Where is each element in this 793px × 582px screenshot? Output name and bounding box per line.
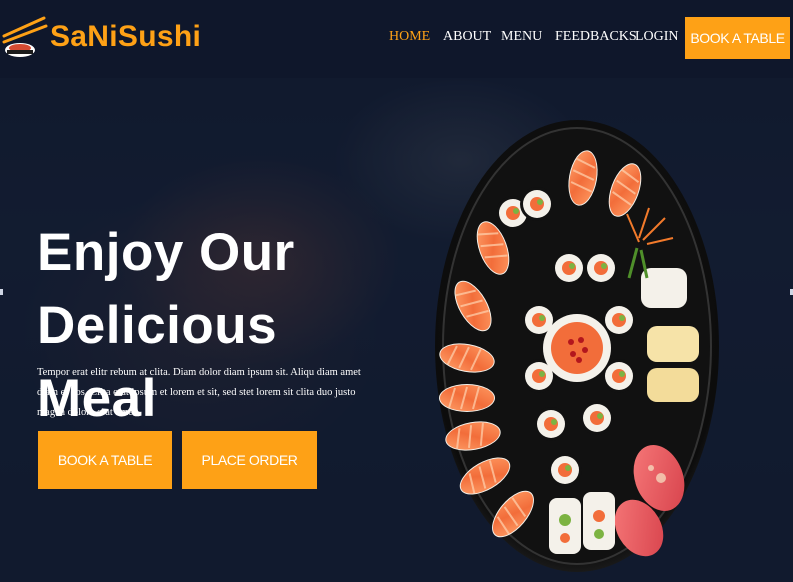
chopsticks-sushi-icon	[2, 16, 48, 57]
nav-feedbacks[interactable]: FEEDBACKS	[555, 29, 637, 45]
book-table-nav-button[interactable]: BOOK A TABLE	[685, 17, 790, 59]
hero-title-line1: Enjoy Our	[37, 223, 295, 282]
nav-menu[interactable]: MENU	[501, 29, 542, 45]
brand-name: SaNiSushi	[50, 20, 202, 53]
sushi-platter-image	[433, 118, 721, 574]
nav-home[interactable]: HOME	[389, 29, 430, 45]
nav-about[interactable]: ABOUT	[443, 29, 491, 45]
hero-description: Tempor erat elitr rebum at clita. Diam d…	[37, 367, 361, 418]
book-table-button[interactable]: BOOK A TABLE	[38, 431, 172, 489]
brand-logo[interactable]: SaNiSushi	[2, 14, 201, 60]
place-order-button[interactable]: PLACE ORDER	[182, 431, 317, 489]
carousel-prev-indicator[interactable]	[0, 289, 3, 295]
navbar: SaNiSushi HOME ABOUT MENU FEEDBACKS LOGI…	[0, 0, 793, 78]
nav-login[interactable]: LOGIN	[635, 29, 679, 45]
